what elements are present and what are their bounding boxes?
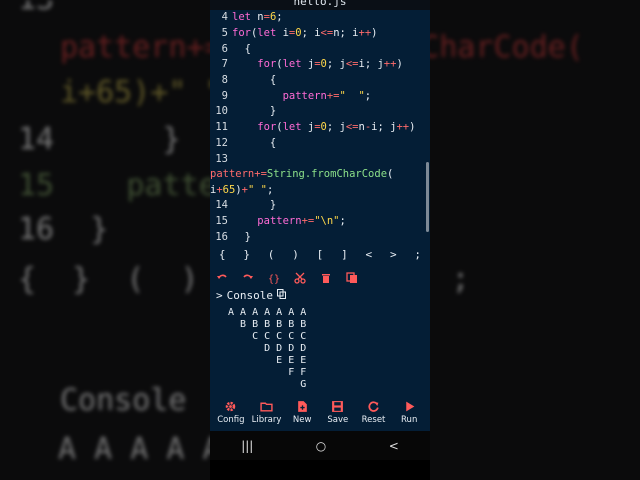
line-number: 12: [215, 137, 228, 149]
console-label: Console: [226, 289, 273, 302]
symbol-key[interactable]: }: [243, 248, 250, 261]
new-label: New: [292, 415, 312, 425]
line-number: 7: [221, 58, 228, 70]
save-button[interactable]: Save: [320, 400, 356, 430]
bg-line: 14 }: [18, 122, 181, 157]
new-button[interactable]: New: [284, 400, 320, 430]
system-nav-bar: ||| ○ <: [210, 431, 430, 460]
bg-line: 13: [18, 0, 54, 17]
line-number: 5: [221, 27, 228, 39]
line-number: 13: [215, 153, 228, 165]
bg-line: Console: [60, 383, 187, 418]
line-number: 14: [215, 199, 228, 211]
code-keyword: let: [232, 11, 251, 23]
back-button[interactable]: <: [389, 439, 399, 453]
symbol-bar: { } ( ) [ ] < > ;: [210, 246, 430, 262]
reset-button[interactable]: Reset: [356, 400, 392, 430]
run-button[interactable]: Run: [391, 400, 427, 430]
gear-icon: [226, 401, 236, 412]
symbol-key[interactable]: [: [317, 248, 324, 261]
console-header[interactable]: > Console: [216, 289, 286, 302]
line-number: 9: [221, 90, 228, 102]
run-label: Run: [401, 415, 418, 425]
symbol-key[interactable]: ]: [341, 248, 348, 261]
braces-icon[interactable]: {}: [268, 272, 280, 284]
symbol-key[interactable]: ;: [414, 248, 421, 261]
copy-icon[interactable]: [346, 272, 358, 284]
symbol-key[interactable]: (: [268, 248, 275, 261]
line-number: 11: [215, 121, 228, 133]
bottom-edge: [210, 460, 430, 480]
console-output: A A A A A A A B B B B B B C C C C C D D …: [228, 307, 307, 390]
library-button[interactable]: Library: [249, 400, 285, 430]
reset-label: Reset: [361, 415, 386, 425]
library-label: Library: [251, 415, 282, 425]
svg-text:{}: {}: [268, 274, 280, 284]
home-button[interactable]: ○: [316, 439, 326, 453]
trash-icon[interactable]: [320, 272, 332, 284]
window-title: hello.js: [210, 0, 430, 10]
play-icon: [405, 401, 415, 412]
line-number: 15: [215, 215, 228, 227]
line-number: 8: [221, 74, 228, 86]
copy-icon[interactable]: [276, 289, 286, 302]
line-number: 16: [215, 231, 228, 243]
editor-scrollbar[interactable]: [426, 162, 429, 232]
config-label: Config: [217, 415, 245, 425]
config-button[interactable]: Config: [213, 400, 249, 430]
line-number: 10: [215, 105, 228, 117]
recents-button[interactable]: |||: [241, 439, 253, 453]
symbol-key[interactable]: ): [292, 248, 299, 261]
line-number: 6: [221, 43, 228, 55]
redo-icon[interactable]: [242, 272, 254, 284]
code-editor[interactable]: 4 let n=6; 5 for(let i=0; i<=n; i++) 6 { 7…: [210, 10, 430, 246]
symbol-key[interactable]: <: [366, 248, 373, 261]
scissors-icon[interactable]: [294, 272, 306, 284]
symbol-key[interactable]: >: [390, 248, 397, 261]
new-file-icon: [297, 401, 307, 412]
save-icon: [332, 401, 344, 412]
bg-line: 16 }: [18, 212, 109, 247]
edit-toolbar: {}: [216, 270, 358, 286]
line-number: 4: [221, 11, 228, 23]
reset-icon: [368, 401, 379, 412]
undo-icon[interactable]: [216, 272, 228, 284]
bottom-bar: Config Library New Save Reset Run: [210, 400, 430, 430]
symbol-key[interactable]: {: [219, 248, 226, 261]
save-label: Save: [327, 415, 349, 425]
phone-screen: hello.js 4 let n=6; 5 for(let i=0; i<=n; i…: [210, 0, 430, 480]
chevron-right-icon: >: [216, 289, 223, 302]
folder-icon: [260, 402, 273, 412]
